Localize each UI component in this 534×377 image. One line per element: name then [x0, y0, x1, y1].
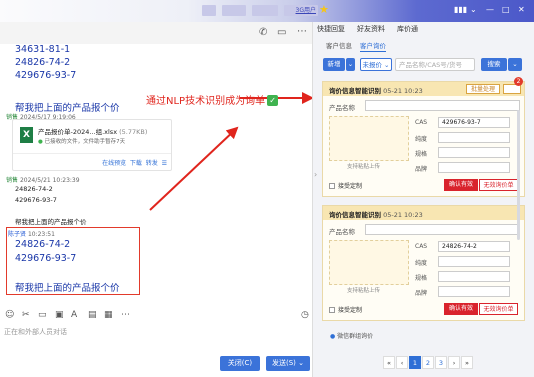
brand-input[interactable]: [438, 286, 510, 297]
cas-input[interactable]: 24826-74-2: [438, 241, 510, 252]
search-dropdown-icon[interactable]: ⌄: [508, 58, 522, 71]
history-icon[interactable]: ◷: [301, 310, 309, 320]
product-name-input[interactable]: [365, 100, 520, 111]
cas-input[interactable]: 429676-93-7: [438, 117, 510, 128]
spec-input[interactable]: [438, 271, 510, 282]
upload-area[interactable]: [329, 240, 409, 285]
spec-label: 规格: [415, 151, 428, 158]
inquiry-card: 询价信息智能识别 05-21 10:23 产品名称 支持粘贴上传 CAS 248…: [322, 205, 525, 321]
checkbox-box[interactable]: [329, 307, 335, 313]
text-box-icon[interactable]: ▤: [88, 310, 97, 320]
tab-inventory[interactable]: 库价通: [397, 24, 418, 34]
wechat-group-label: 微信群组询价: [337, 333, 374, 340]
purity-input[interactable]: [438, 132, 510, 143]
collapse-panel-icon[interactable]: ›: [314, 170, 317, 179]
quote-status-label: 未报价: [362, 61, 382, 69]
new-dropdown-icon[interactable]: ⌄: [346, 58, 355, 71]
message-input[interactable]: 正在和外部人员对话: [4, 327, 67, 337]
custom-checkbox[interactable]: 接受定制: [329, 305, 362, 314]
page-2-button[interactable]: 2: [422, 356, 434, 369]
card-date: 05-21 10:23: [383, 87, 423, 95]
more-icon[interactable]: ⋯: [121, 310, 130, 320]
upload-hint: 支持粘贴上传: [347, 164, 381, 170]
tab-friend-info[interactable]: 好友资料: [357, 24, 385, 34]
page-prev-button[interactable]: ‹: [396, 356, 408, 369]
product-name-label: 产品名称: [329, 228, 355, 236]
invalid-inquiry-button[interactable]: 无效询价单: [479, 303, 518, 315]
custom-label: 接受定制: [338, 183, 363, 190]
page-first-button[interactable]: «: [383, 356, 395, 369]
spec-input[interactable]: [438, 147, 510, 158]
custom-checkbox[interactable]: 接受定制: [329, 181, 362, 190]
subtab-customer-info[interactable]: 客户信息: [326, 40, 352, 50]
font-icon[interactable]: A: [71, 310, 77, 320]
purity-input[interactable]: [438, 256, 510, 267]
card-title: 询价信息智能识别: [329, 87, 381, 95]
upload-hint: 支持粘贴上传: [347, 288, 381, 294]
annotation-text: 通过NLP技术识别成为询单: [146, 96, 266, 107]
brand-input[interactable]: [438, 162, 510, 173]
checkbox-box[interactable]: [329, 183, 335, 189]
quote-status-select[interactable]: 未报价 ⌄: [360, 58, 392, 71]
page-3-button[interactable]: 3: [435, 356, 447, 369]
cas-label: CAS: [415, 243, 428, 250]
spec-label: 规格: [415, 275, 428, 282]
folder-icon[interactable]: ▭: [38, 310, 47, 320]
product-name-label: 产品名称: [329, 104, 355, 112]
page-last-button[interactable]: »: [461, 356, 473, 369]
annotation-arrow-left: [149, 126, 239, 211]
annotation-label: 通过NLP技术识别成为询单 ✓: [146, 92, 279, 107]
brand-label: 品牌: [415, 166, 428, 173]
inquiry-card: 询价信息智能识别 05-21 10:23 批量处理 2 产品名称 支持粘贴上传 …: [322, 77, 525, 197]
page-next-button[interactable]: ›: [448, 356, 460, 369]
close-button[interactable]: 关闭(C): [220, 356, 260, 371]
send-button[interactable]: 发送(S) ⌄: [266, 356, 310, 371]
purity-label: 纯度: [415, 136, 428, 143]
search-input[interactable]: 产品名称/CAS号/货号: [395, 58, 475, 71]
cas-label: CAS: [415, 119, 428, 126]
custom-label: 接受定制: [338, 307, 363, 314]
right-scrollbar[interactable]: [517, 110, 520, 240]
group-icon: ●: [330, 333, 336, 340]
emoji-icon[interactable]: ☺: [5, 310, 14, 320]
input-toolbar: [0, 306, 312, 323]
image-icon[interactable]: ▣: [55, 310, 64, 320]
send-button-label: 发送(S): [272, 359, 296, 367]
purity-label: 纯度: [415, 260, 428, 267]
tab-quick-reply[interactable]: 快捷回复: [317, 24, 345, 34]
count-badge: 2: [514, 77, 523, 86]
subtab-customer-inquiry[interactable]: 客户询价: [360, 40, 386, 52]
check-icon: ✓: [267, 95, 279, 106]
upload-area[interactable]: [329, 116, 409, 161]
wechat-group-row[interactable]: ● 微信群组询价: [330, 331, 373, 340]
search-button[interactable]: 搜索: [481, 58, 507, 71]
confirm-valid-button[interactable]: 确认有效: [444, 303, 478, 315]
page-1-button[interactable]: 1: [409, 356, 421, 369]
card-date: 05-21 10:23: [383, 211, 423, 219]
product-name-input[interactable]: [365, 224, 520, 235]
card-title: 询价信息智能识别: [329, 211, 381, 219]
batch-process-button[interactable]: 批量处理: [465, 84, 500, 94]
scissors-icon[interactable]: ✂: [22, 310, 30, 320]
right-panel: [312, 22, 534, 377]
apps-icon[interactable]: ▦: [104, 310, 113, 320]
invalid-inquiry-button[interactable]: 无效询价单: [479, 179, 518, 191]
new-button[interactable]: 新增: [323, 58, 345, 71]
brand-label: 品牌: [415, 290, 428, 297]
confirm-valid-button[interactable]: 确认有效: [444, 179, 478, 191]
